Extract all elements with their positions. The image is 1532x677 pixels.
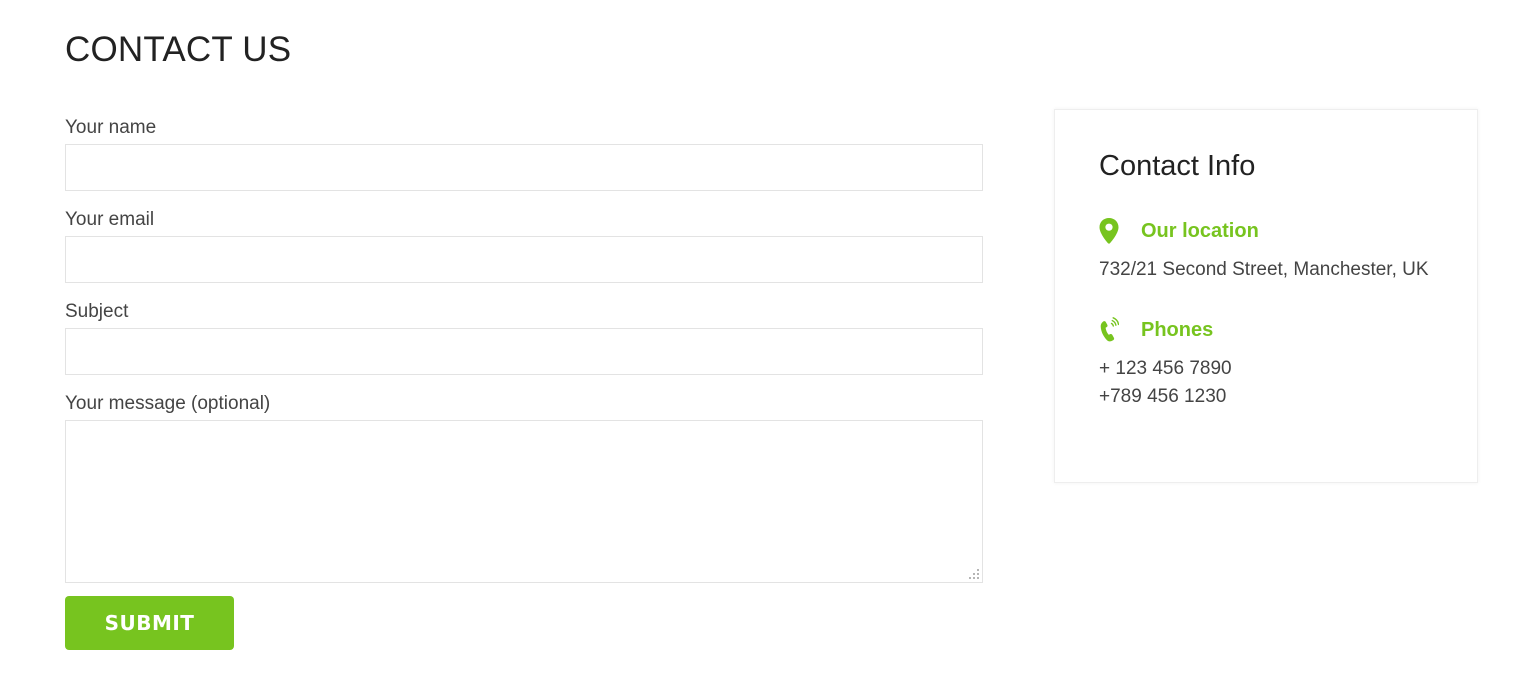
email-field[interactable] bbox=[65, 236, 983, 283]
contact-form: Your name Your email Subject Your messag… bbox=[65, 114, 983, 583]
resize-grip-icon[interactable] bbox=[969, 569, 979, 579]
location-label: Our location bbox=[1141, 219, 1259, 242]
page-title: CONTACT US bbox=[65, 30, 292, 69]
contact-info-card: Contact Info Our location 732/21 Second … bbox=[1054, 109, 1478, 483]
message-field-wrapper bbox=[65, 420, 983, 583]
message-label: Your message (optional) bbox=[65, 393, 271, 414]
name-label: Your name bbox=[65, 117, 157, 138]
map-pin-icon bbox=[1099, 218, 1119, 244]
location-address: 732/21 Second Street, Manchester, UK bbox=[1099, 259, 1429, 280]
phones-label: Phones bbox=[1141, 318, 1214, 341]
message-field[interactable] bbox=[65, 420, 983, 583]
email-label: Your email bbox=[65, 209, 155, 230]
subject-field[interactable] bbox=[65, 328, 983, 375]
subject-label: Subject bbox=[65, 301, 129, 322]
location-heading: Our location bbox=[1099, 217, 1259, 245]
contact-info-title: Contact Info bbox=[1099, 150, 1256, 182]
phone-number-2: +789 456 1230 bbox=[1099, 386, 1227, 407]
phones-heading: Phones bbox=[1099, 316, 1213, 344]
phone-ringing-icon bbox=[1100, 317, 1119, 342]
name-field[interactable] bbox=[65, 144, 983, 191]
submit-button[interactable]: SUBMIT bbox=[65, 596, 234, 650]
phone-number-1: + 123 456 7890 bbox=[1099, 358, 1232, 379]
